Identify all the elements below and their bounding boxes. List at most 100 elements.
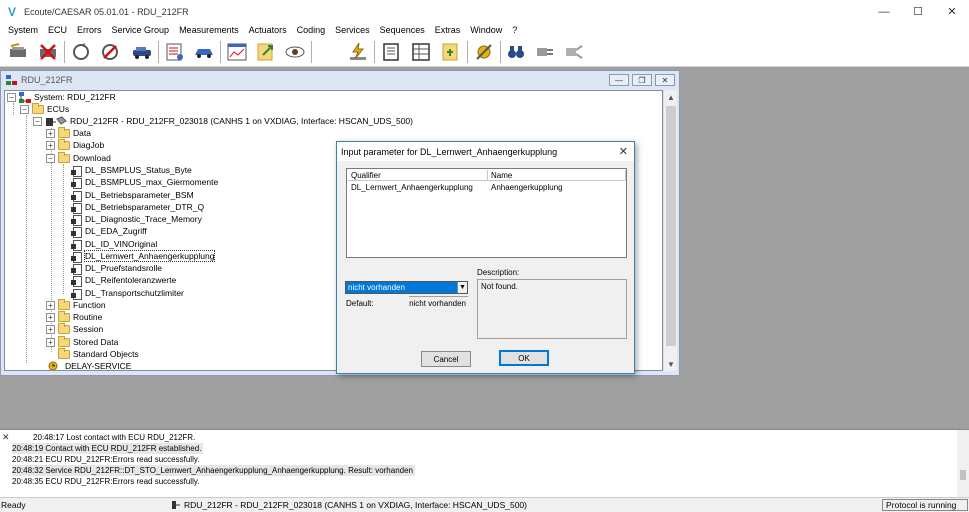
import-icon[interactable]	[438, 39, 464, 65]
scroll-thumb[interactable]	[666, 106, 676, 346]
column-name[interactable]: Name	[488, 170, 626, 181]
tree-leaf-download-job[interactable]: DL_Pruefstandsrolle	[71, 262, 162, 275]
tree-node-download[interactable]: − Download	[46, 151, 111, 164]
eye-icon[interactable]	[282, 39, 308, 65]
binoculars-icon[interactable]	[503, 39, 529, 65]
tree-node-delay-service[interactable]: DELAY-SERVICE	[46, 360, 131, 370]
tree-leaf-download-job[interactable]: DL_BSMPLUS_max_Giermomente	[71, 176, 218, 189]
system-icon	[19, 91, 31, 103]
flash-icon[interactable]	[345, 39, 371, 65]
folder-icon	[58, 138, 70, 150]
dialog-close-icon[interactable]: ✕	[619, 145, 628, 158]
collapse-icon[interactable]: −	[46, 153, 55, 163]
expand-icon[interactable]: +	[46, 337, 55, 347]
log-pane: ✕ 20:48:17 Lost contact with ECU RDU_212…	[0, 429, 969, 498]
dialog-title: Input parameter for DL_Lernwert_Anhaenge…	[341, 146, 558, 157]
scroll-thumb[interactable]	[960, 470, 966, 480]
connect-icon[interactable]	[5, 39, 31, 65]
scroll-down-icon[interactable]: ▼	[664, 357, 678, 371]
chevron-down-icon[interactable]: ▼	[457, 282, 467, 293]
stop-diagnostics-icon[interactable]	[97, 39, 123, 65]
child-restore-button[interactable]: ❐	[632, 74, 652, 86]
tree-node-routine[interactable]: + Routine	[46, 310, 102, 323]
folder-icon	[58, 151, 70, 163]
scroll-up-icon[interactable]: ▲	[664, 90, 678, 104]
vehicle-icon[interactable]	[129, 39, 155, 65]
menu-coding[interactable]: Coding	[292, 25, 331, 35]
tree-node-standard-objects[interactable]: Standard Objects	[58, 347, 139, 360]
parameter-value-select[interactable]: nicht vorhanden ▼	[345, 281, 468, 294]
collapse-icon[interactable]: −	[7, 92, 16, 102]
expand-icon[interactable]: +	[46, 140, 55, 150]
job-icon	[71, 263, 82, 275]
tree-node-ecus[interactable]: − ECUs	[20, 102, 69, 115]
job-icon	[71, 288, 82, 300]
menu-help[interactable]: ?	[507, 25, 522, 35]
folder-icon	[32, 102, 44, 114]
car-icon[interactable]	[191, 39, 217, 65]
graph-icon[interactable]	[224, 39, 250, 65]
tree-leaf-download-job[interactable]: DL_Transportschutzlimiter	[71, 287, 184, 300]
tree-scrollbar[interactable]: ▲ ▼	[663, 90, 677, 371]
tree-leaf-download-job[interactable]: DL_BSMPLUS_Status_Byte	[71, 164, 192, 177]
tree-leaf-download-job[interactable]: DL_Diagnostic_Trace_Memory	[71, 213, 202, 226]
expand-icon[interactable]: +	[46, 312, 55, 322]
cancel-button[interactable]: Cancel	[421, 351, 471, 367]
tree-node-system[interactable]: − System: RDU_212FR	[7, 91, 116, 103]
parameter-list[interactable]: Qualifier Name DL_Lernwert_Anhaengerkupp…	[346, 168, 627, 258]
collapse-icon[interactable]: −	[33, 116, 42, 126]
plug-icon[interactable]	[532, 39, 558, 65]
ok-button[interactable]: OK	[499, 350, 549, 366]
tree-leaf-download-job[interactable]: DL_Reifentoleranzwerte	[71, 274, 176, 287]
menu-services[interactable]: Services	[330, 25, 375, 35]
expand-icon[interactable]: +	[46, 324, 55, 334]
tree-node-ecu[interactable]: − RDU_212FR - RDU_212FR_023018 (CANHS 1 …	[33, 115, 413, 127]
ecu-icon	[172, 501, 180, 509]
log-list: 20:48:17 Lost contact with ECU RDU_212FR…	[12, 432, 952, 487]
menu-system[interactable]: System	[3, 25, 43, 35]
column-qualifier[interactable]: Qualifier	[348, 170, 488, 181]
job-icon	[71, 239, 82, 251]
log-scrollbar[interactable]	[957, 430, 969, 498]
list-view-icon[interactable]	[378, 39, 404, 65]
expand-icon[interactable]: +	[46, 128, 55, 138]
tree-node-data[interactable]: + Data	[46, 126, 91, 139]
menu-actuators[interactable]: Actuators	[244, 25, 292, 35]
settings-icon[interactable]	[471, 39, 497, 65]
measurement-icon[interactable]	[162, 39, 188, 65]
tree-leaf-download-job[interactable]: DL_Betriebsparameter_BSM	[71, 189, 194, 202]
menu-window[interactable]: Window	[465, 25, 507, 35]
menu-ecu[interactable]: ECU	[43, 25, 72, 35]
tree-leaf-download-job[interactable]: DL_EDA_Zugriff	[71, 225, 147, 238]
refresh-icon[interactable]	[68, 39, 94, 65]
expand-icon[interactable]: +	[46, 300, 55, 310]
log-line: 20:48:32 Service RDU_212FR::DT_STO_Lernw…	[12, 465, 415, 476]
menu-measurements[interactable]: Measurements	[174, 25, 244, 35]
status-ecu: RDU_212FR - RDU_212FR_023018 (CANHS 1 on…	[172, 500, 527, 510]
tree-leaf-download-job-selected[interactable]: DL_Lernwert_Anhaengerkupplung	[71, 250, 216, 263]
export-icon[interactable]	[253, 39, 279, 65]
folder-icon	[58, 126, 70, 138]
child-close-button[interactable]: ✕	[655, 74, 675, 86]
menu-errors[interactable]: Errors	[72, 25, 107, 35]
tree-leaf-download-job[interactable]: DL_Betriebsparameter_DTR_Q	[71, 201, 204, 214]
disconnect-icon[interactable]	[35, 39, 61, 65]
log-close-icon[interactable]: ✕	[2, 432, 10, 443]
maximize-button[interactable]: ☐	[901, 0, 935, 23]
child-minimize-button[interactable]: —	[609, 74, 629, 86]
tree-connector	[63, 164, 64, 294]
tree-node-stored-data[interactable]: + Stored Data	[46, 335, 118, 348]
close-button[interactable]: ✕	[935, 0, 969, 23]
table-view-icon[interactable]	[408, 39, 434, 65]
tree-node-session[interactable]: + Session	[46, 322, 103, 335]
list-item[interactable]: DL_Lernwert_Anhaengerkupplung Anhaengerk…	[348, 182, 626, 193]
tree-leaf-download-job[interactable]: DL_ID_VINOriginal	[71, 238, 157, 251]
tree-node-function[interactable]: + Function	[46, 298, 106, 311]
minimize-button[interactable]: —	[867, 0, 901, 23]
unplug-icon[interactable]	[561, 39, 587, 65]
menu-service-group[interactable]: Service Group	[107, 25, 175, 35]
tree-node-diagjob[interactable]: + DiagJob	[46, 138, 104, 151]
menu-sequences[interactable]: Sequences	[375, 25, 430, 35]
collapse-icon[interactable]: −	[20, 104, 29, 114]
menu-extras[interactable]: Extras	[430, 25, 466, 35]
